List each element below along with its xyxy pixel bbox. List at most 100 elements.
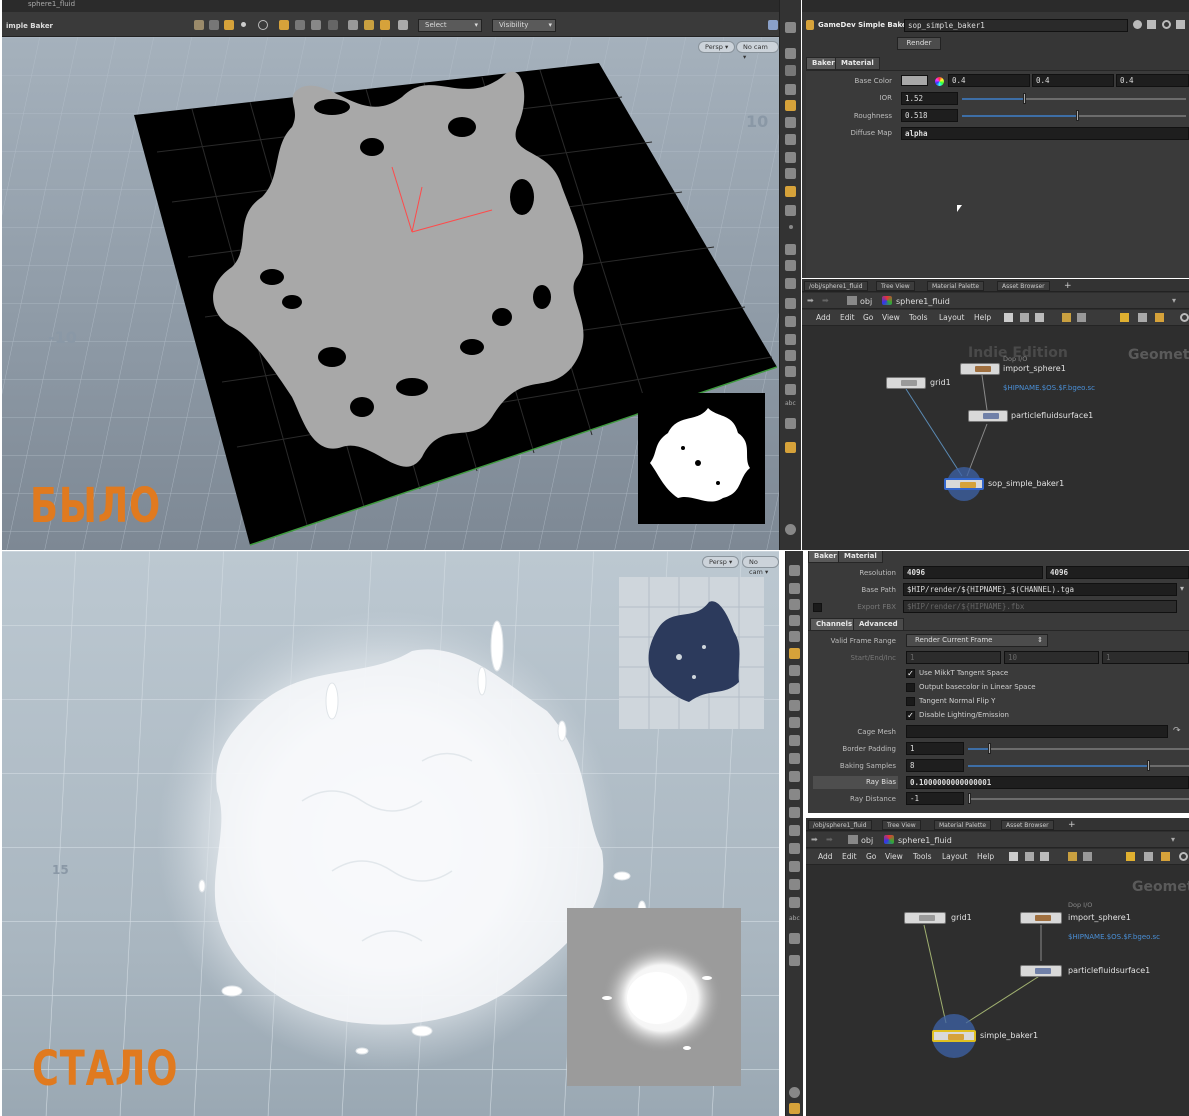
node-sop-simple-baker1[interactable]	[944, 478, 984, 490]
ray-bias-field[interactable]: 0.1000000000000001	[906, 776, 1189, 789]
laser-icon[interactable]	[328, 20, 338, 30]
help-icon[interactable]	[1147, 20, 1156, 29]
end-field[interactable]: 10	[1004, 651, 1099, 664]
face-icon[interactable]	[789, 807, 800, 818]
record-icon[interactable]	[789, 955, 800, 966]
shading-icon[interactable]	[789, 700, 800, 711]
base-color-swatch[interactable]	[901, 75, 928, 86]
arrow-icon[interactable]	[789, 753, 800, 764]
display-icon[interactable]	[789, 565, 800, 576]
view-icon[interactable]	[785, 48, 796, 59]
circle-tool-icon[interactable]	[258, 20, 268, 30]
snap-icon[interactable]	[364, 20, 374, 30]
node-simple-baker1[interactable]	[932, 1030, 976, 1042]
base-path-field[interactable]: $HIP/render/${HIPNAME}_$(CHANNEL).tga	[903, 583, 1177, 596]
geo-tool-icon[interactable]	[224, 20, 234, 30]
select-tool-icon[interactable]	[194, 20, 204, 30]
resolution-y[interactable]: 4096	[1046, 566, 1189, 579]
base-color-b[interactable]: 0.4	[1116, 74, 1189, 87]
frame-range-menu[interactable]: Render Current Frame ⇕	[906, 634, 1048, 647]
target-icon[interactable]	[785, 168, 796, 179]
normal-icon[interactable]	[789, 735, 800, 746]
nocam-menu[interactable]: No cam ▾	[736, 41, 779, 61]
edge-icon[interactable]	[789, 789, 800, 800]
border-padding-field[interactable]: 1	[906, 742, 964, 755]
mikkt-checkbox[interactable]: ✓	[906, 669, 915, 678]
object-tool-icon[interactable]	[209, 20, 219, 30]
info-icon[interactable]	[789, 1087, 800, 1098]
camera-icon[interactable]	[768, 20, 778, 30]
info-icon[interactable]	[785, 524, 796, 535]
border-padding-slider[interactable]	[968, 743, 1189, 754]
node-grid1[interactable]	[886, 377, 926, 389]
light-icon[interactable]	[785, 134, 796, 145]
uv-icon[interactable]	[785, 350, 796, 361]
node-chooser-icon[interactable]: ↷	[1173, 726, 1181, 736]
lock-icon[interactable]	[789, 599, 800, 610]
baking-samples-field[interactable]: 8	[906, 759, 964, 772]
face-icon[interactable]	[785, 316, 796, 327]
viewport-after[interactable]: 15 Persp ▾ No cam ▾ СТАЛО	[2, 551, 779, 1116]
info-icon[interactable]	[1176, 20, 1185, 29]
vertex-icon[interactable]	[785, 278, 796, 289]
box-icon[interactable]	[785, 384, 796, 395]
record-icon[interactable]	[785, 442, 796, 453]
linear-basecolor-checkbox[interactable]	[906, 683, 915, 692]
image-icon[interactable]	[785, 418, 796, 429]
target-icon[interactable]	[789, 683, 800, 694]
persp-menu[interactable]: Persp ▾	[702, 556, 740, 568]
baking-samples-slider[interactable]	[968, 760, 1189, 771]
gear-icon[interactable]	[1133, 20, 1142, 29]
tab-material[interactable]: Material	[835, 57, 880, 70]
display-icon[interactable]	[785, 22, 796, 33]
snapshot-icon[interactable]	[785, 100, 796, 111]
bulb-icon[interactable]	[785, 152, 796, 163]
diffuse-map-field[interactable]: alpha	[901, 127, 1189, 140]
start-field[interactable]: 1	[906, 651, 1001, 664]
grid-icon[interactable]	[785, 334, 796, 345]
vertex-icon[interactable]	[789, 771, 800, 782]
disable-lighting-checkbox[interactable]: ✓	[906, 711, 915, 720]
viewport-tab-label[interactable]: sphere1_fluid	[28, 0, 75, 8]
node-particlefluidsurface1[interactable]	[968, 410, 1008, 422]
pose-icon[interactable]	[348, 20, 358, 30]
arrow-icon[interactable]	[785, 244, 796, 255]
visibility-combo[interactable]: Visibility ▾	[492, 19, 556, 32]
ior-slider[interactable]	[962, 93, 1186, 104]
pin-icon[interactable]	[785, 65, 796, 76]
node-import-sphere1[interactable]	[960, 363, 1000, 375]
handle-icon[interactable]	[380, 20, 390, 30]
measure-icon[interactable]	[789, 861, 800, 872]
abc-icon[interactable]: abc	[789, 915, 800, 926]
export-fbx-field[interactable]: $HIP/render/${HIPNAME}.fbx	[903, 600, 1177, 613]
bulb-icon[interactable]	[789, 665, 800, 676]
resolution-x[interactable]: 4096	[903, 566, 1043, 579]
box-icon[interactable]	[789, 879, 800, 890]
normal-icon[interactable]	[785, 260, 796, 271]
snapshot-icon[interactable]	[789, 615, 800, 626]
network-editor-bottom[interactable]: /obj/sphere1_fluid Tree View Material Pa…	[806, 818, 1189, 1116]
ray-distance-field[interactable]: -1	[906, 792, 964, 805]
base-color-r[interactable]: 0.4	[948, 74, 1030, 87]
node-grid1[interactable]	[904, 912, 946, 924]
export-fbx-toggle[interactable]	[813, 603, 822, 612]
node-name-field[interactable]: sop_simple_baker1	[904, 19, 1128, 32]
tab-material[interactable]: Material	[838, 551, 883, 563]
wire-icon[interactable]	[785, 205, 796, 216]
dot-icon[interactable]	[789, 225, 793, 229]
box-select-icon[interactable]	[279, 20, 289, 30]
light-icon[interactable]	[789, 648, 800, 659]
lasso-icon[interactable]	[295, 20, 305, 30]
brush-icon[interactable]	[311, 20, 321, 30]
grid-icon[interactable]	[789, 825, 800, 836]
inc-field[interactable]: 1	[1102, 651, 1189, 664]
point-tool-icon[interactable]	[241, 22, 246, 27]
lock-icon[interactable]	[785, 84, 796, 95]
sphere-icon[interactable]	[789, 631, 800, 642]
grid-icon[interactable]	[789, 897, 800, 908]
wire-icon[interactable]	[789, 717, 800, 728]
uv-icon[interactable]	[789, 843, 800, 854]
search-icon[interactable]	[1162, 20, 1171, 29]
measure-icon[interactable]	[785, 366, 796, 377]
node-particlefluidsurface1[interactable]	[1020, 965, 1062, 977]
